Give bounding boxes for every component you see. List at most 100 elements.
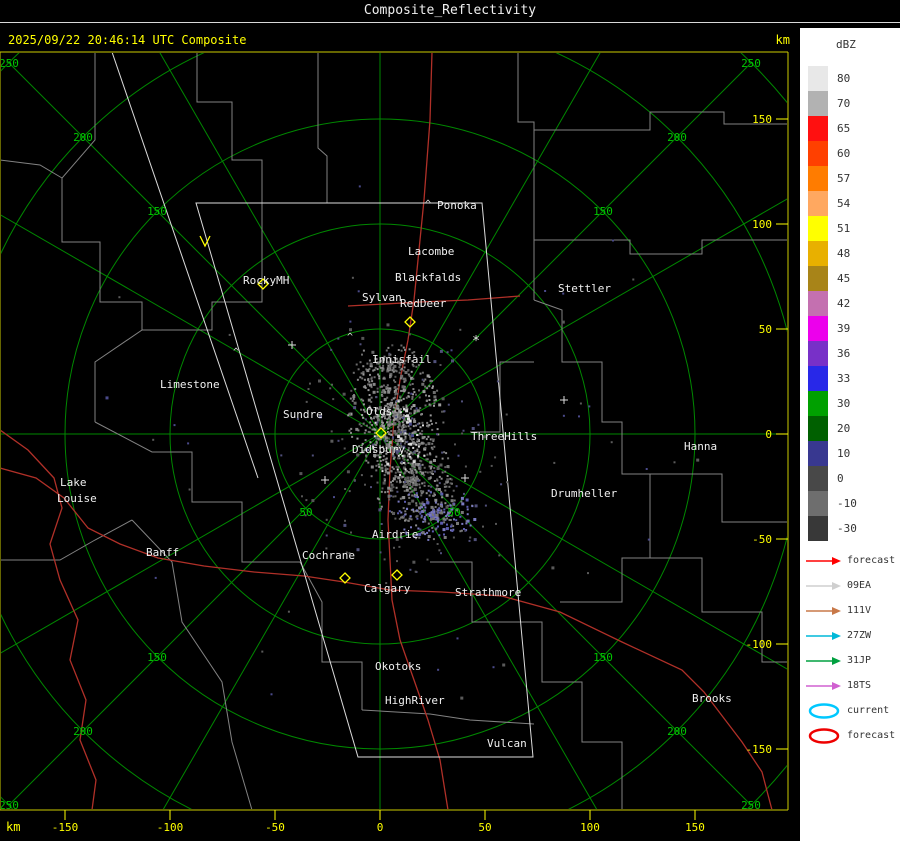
precip-echo (416, 517, 419, 520)
precip-echo (378, 456, 381, 459)
precip-echo (351, 435, 354, 438)
precip-echo (430, 491, 432, 494)
map-content: ^^^*250200150250200150150200250150200250… (1, 53, 787, 809)
track-label: forecast (847, 555, 896, 566)
range-spoke (1, 433, 381, 654)
radar-site-icon (391, 569, 403, 581)
precip-echo (369, 383, 372, 387)
precip-echo (411, 453, 414, 456)
precip-echo (696, 458, 700, 462)
precip-echo (443, 533, 445, 536)
precip-echo (362, 403, 365, 406)
track-legend-row: 111V (805, 598, 895, 623)
precip-echo (459, 530, 462, 533)
precip-echo (506, 481, 508, 484)
precip-echo (415, 393, 417, 396)
radar-map[interactable]: ^^^*250200150250200150150200250150200250… (0, 0, 800, 841)
precip-echo (425, 443, 428, 446)
precip-echo (428, 494, 431, 497)
track-label: 09EA (847, 580, 872, 591)
precip-echo (361, 377, 364, 380)
precip-echo (471, 505, 474, 508)
city-label: Innisfail (372, 353, 432, 366)
precip-echo (436, 389, 439, 392)
precip-echo (386, 490, 389, 493)
colorbar: 80 70 65 60 57 54 51 48 45 42 39 36 33 30 20 10 0 -10 -30 (808, 66, 857, 541)
precip-echo (403, 439, 406, 442)
precip-echo (361, 353, 363, 356)
precip-echo (408, 432, 411, 435)
precip-echo (450, 525, 452, 528)
precip-echo (419, 528, 422, 531)
precip-echo (410, 412, 412, 415)
precip-echo (379, 460, 382, 462)
precip-echo (330, 348, 333, 351)
precip-echo (392, 406, 395, 409)
precip-echo (337, 337, 340, 340)
precip-echo (435, 422, 438, 424)
precip-echo (387, 346, 390, 349)
precip-echo (361, 336, 365, 340)
precip-echo (424, 533, 427, 536)
precip-echo (370, 400, 373, 403)
precip-echo (446, 475, 449, 477)
precip-echo (392, 495, 395, 498)
precip-echo (381, 391, 383, 394)
precip-echo (421, 382, 425, 386)
precip-echo (357, 290, 360, 293)
precip-echo (438, 507, 441, 510)
precip-echo (423, 517, 426, 520)
precip-echo (401, 475, 404, 478)
precip-echo (391, 369, 394, 372)
precip-echo (370, 475, 373, 478)
precip-echo (408, 375, 411, 378)
range-spoke (162, 433, 381, 809)
precip-echo (414, 487, 417, 490)
precip-echo (353, 406, 357, 410)
precip-echo (400, 344, 403, 347)
precip-echo (413, 420, 417, 423)
precip-echo (367, 430, 370, 433)
precip-echo (389, 374, 392, 377)
right-axis-label: 0 (765, 428, 772, 441)
bottom-axis-label: 50 (478, 821, 491, 834)
city-label: Lake (60, 476, 87, 489)
precip-echo (446, 351, 449, 354)
precip-echo (352, 398, 355, 400)
precip-echo (428, 395, 431, 398)
precip-echo (415, 492, 418, 495)
colorbar-entry: 80 (808, 66, 857, 91)
precip-echo (357, 429, 360, 432)
precip-echo (368, 359, 371, 362)
precip-echo (415, 365, 418, 368)
precip-echo (429, 419, 432, 422)
colorbar-swatch (808, 316, 828, 341)
precip-echo (330, 430, 333, 433)
track-legend-row: current (805, 698, 895, 723)
colorbar-swatch (808, 441, 828, 466)
precip-echo (427, 489, 430, 492)
precip-echo (358, 185, 361, 188)
precip-echo (430, 516, 433, 519)
precip-echo (427, 538, 430, 541)
precip-echo (344, 519, 346, 522)
precip-echo (416, 434, 419, 436)
city-label: Lacombe (408, 245, 454, 258)
precip-echo (460, 496, 464, 500)
precip-echo (405, 396, 408, 399)
city-label: Strathmore (455, 586, 521, 599)
precip-echo (434, 506, 437, 508)
precip-echo (417, 453, 420, 456)
colorbar-swatch (808, 341, 828, 366)
precip-echo (353, 401, 357, 405)
precip-echo (429, 477, 432, 479)
precip-echo (403, 408, 405, 411)
precip-echo (375, 396, 378, 399)
precip-echo (261, 650, 264, 653)
precip-echo (402, 346, 405, 349)
precip-echo (431, 448, 434, 451)
colorbar-swatch (808, 241, 828, 266)
precip-echo (362, 365, 365, 368)
precip-echo (402, 485, 405, 488)
precip-echo (447, 403, 450, 406)
